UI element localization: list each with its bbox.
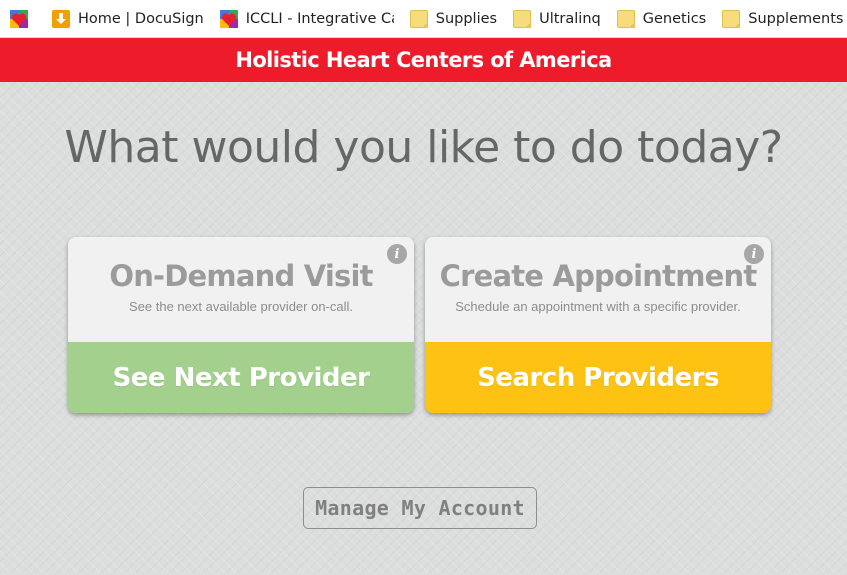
bookmark-label: Supplements [748, 10, 844, 27]
bookmark-label: Genetics [642, 10, 707, 27]
card-header: On-Demand Visit See the next available p… [68, 237, 414, 342]
search-providers-button[interactable]: Search Providers [425, 342, 771, 413]
info-icon[interactable]: i [744, 244, 764, 264]
bookmarks-bar: Home | DocuSign ICCLI - Integrative Car … [0, 0, 847, 38]
bookmark-iccli[interactable]: ICCLI - Integrative Car [210, 5, 400, 33]
main-content: What would you like to do today? On-Dema… [0, 82, 847, 575]
site-header: Holistic Heart Centers of America [0, 38, 847, 82]
bookmark-supplies[interactable]: Supplies [400, 5, 503, 33]
bookmark-label: Supplies [435, 10, 498, 27]
bookmark-supplements[interactable]: Supplements [712, 5, 847, 33]
card-title: On-Demand Visit [109, 259, 373, 293]
on-demand-visit-card: On-Demand Visit See the next available p… [68, 237, 414, 413]
download-icon [52, 9, 70, 28]
create-appointment-card: Create Appointment Schedule an appointme… [425, 237, 771, 413]
folder-icon [409, 9, 428, 28]
heart-app-icon [10, 9, 28, 28]
folder-icon [513, 9, 532, 28]
folder-icon [722, 9, 741, 28]
card-title: Create Appointment [439, 259, 758, 293]
bookmark-ultralinq[interactable]: Ultralinq [503, 5, 607, 33]
bookmark-label: ICCLI - Integrative Car [245, 10, 394, 27]
manage-account-button[interactable]: Manage My Account [303, 487, 537, 529]
bookmark-genetics[interactable]: Genetics [607, 5, 713, 33]
heart-app-icon [219, 9, 238, 28]
card-header: Create Appointment Schedule an appointme… [425, 237, 771, 342]
bookmark-label: Ultralinq [539, 10, 601, 27]
page-headline: What would you like to do today? [64, 122, 783, 173]
folder-icon [616, 9, 635, 28]
card-subtitle: See the next available provider on-call. [128, 299, 354, 314]
bookmark-docusign[interactable]: Home | DocuSign [42, 5, 210, 33]
card-subtitle: Schedule an appointment with a specific … [455, 299, 741, 314]
bookmark-heart-app[interactable] [0, 5, 42, 33]
bookmark-label: Home | DocuSign [78, 10, 204, 27]
see-next-provider-button[interactable]: See Next Provider [68, 342, 414, 413]
info-icon[interactable]: i [387, 244, 407, 264]
site-title: Holistic Heart Centers of America [235, 48, 612, 72]
